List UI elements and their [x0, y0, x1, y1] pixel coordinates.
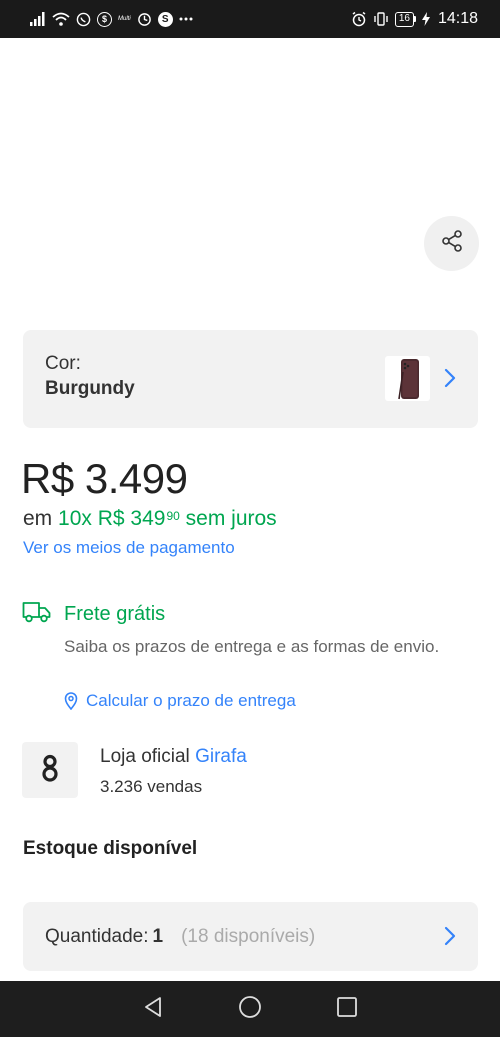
charging-icon: [421, 12, 430, 26]
whatsapp-icon: [76, 12, 91, 27]
payment-methods-link[interactable]: Ver os meios de pagamento: [23, 538, 235, 558]
installments-suffix: sem juros: [185, 507, 277, 530]
share-icon: [440, 229, 464, 258]
quantity-label: Quantidade:: [45, 926, 149, 947]
seller-prefix: Loja oficial: [100, 746, 190, 767]
color-thumbnail: [385, 356, 430, 401]
color-selector[interactable]: Cor: Burgundy: [23, 330, 478, 428]
home-icon: [238, 995, 262, 1024]
seller-brand-link[interactable]: Girafa: [195, 746, 247, 767]
home-button[interactable]: [230, 989, 270, 1029]
chevron-right-icon: [444, 368, 456, 393]
installments: em 10x R$ 34990 sem juros: [23, 507, 277, 531]
quantity-text: Quantidade: 1 (18 disponíveis): [45, 926, 315, 948]
color-label: Cor:: [45, 353, 81, 374]
stock-title: Estoque disponível: [23, 838, 198, 859]
dollar-icon: $: [97, 11, 112, 27]
calculate-delivery-link[interactable]: Calcular o prazo de entrega: [86, 691, 296, 711]
seller-sales: 3.236 vendas: [100, 777, 203, 796]
free-shipping-title: Frete grátis: [64, 603, 166, 625]
system-nav-bar: [0, 981, 500, 1037]
sync-icon: [137, 12, 152, 27]
quantity-selector[interactable]: Quantidade: 1 (18 disponíveis): [23, 902, 478, 971]
installments-cents: 90: [166, 509, 180, 523]
signal-icon: [30, 12, 46, 26]
status-bar: $ Multi S 16 14:18: [0, 0, 500, 38]
truck-icon: [22, 601, 51, 628]
color-value: Burgundy: [45, 378, 135, 399]
quantity-value: 1: [152, 926, 164, 947]
recents-icon: [336, 996, 358, 1023]
multi-icon: Multi: [118, 16, 131, 22]
back-button[interactable]: [133, 989, 173, 1029]
chevron-right-icon: [444, 926, 456, 951]
quantity-available: (18 disponíveis): [181, 926, 316, 947]
shipping-description: Saiba os prazos de entrega e as formas d…: [64, 637, 440, 656]
product-price: R$ 3.499: [21, 455, 188, 502]
back-icon: [143, 996, 163, 1023]
recents-button[interactable]: [327, 989, 367, 1029]
battery-level: 16: [394, 11, 414, 27]
girafa-logo-icon: [41, 754, 59, 787]
installments-prefix: em: [23, 507, 53, 530]
seller-name: Loja oficial Girafa: [100, 746, 247, 768]
vibrate-icon: [373, 12, 389, 26]
clock: 14:18: [437, 10, 478, 27]
battery-icon: 16: [394, 11, 416, 27]
seller-logo[interactable]: [22, 742, 78, 798]
more-notifications-icon: [179, 17, 193, 21]
alarm-icon: [351, 11, 367, 27]
location-pin-icon: [64, 692, 78, 715]
s-app-icon: S: [157, 11, 173, 27]
wifi-icon: [52, 12, 70, 26]
installments-amount: 10x R$ 34990: [58, 507, 180, 530]
share-button[interactable]: [424, 216, 479, 271]
